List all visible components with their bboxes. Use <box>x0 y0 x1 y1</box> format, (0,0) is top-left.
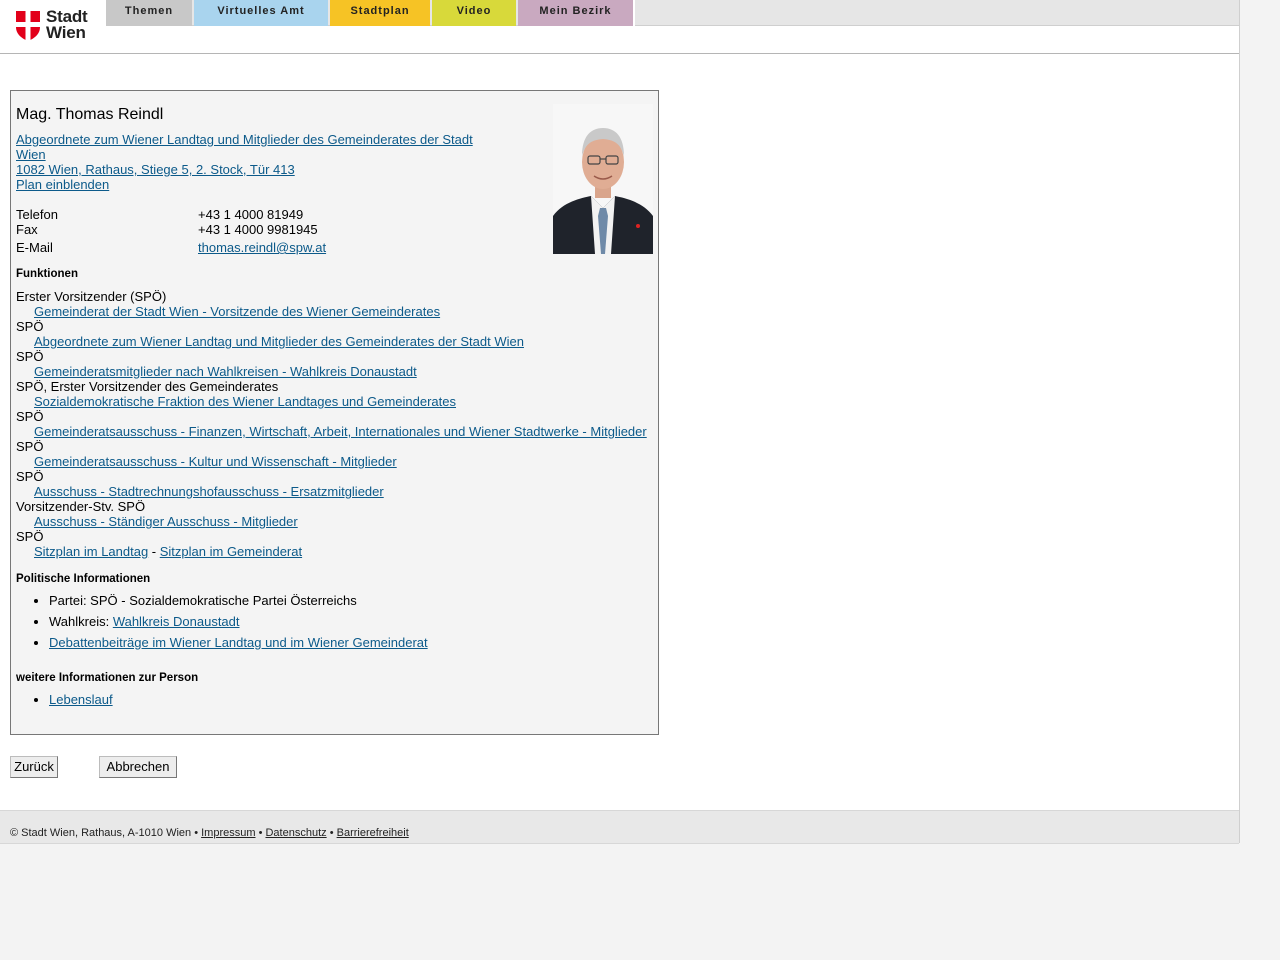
nav-divider <box>633 0 635 26</box>
political-info-section: Partei: SPÖ - Sozialdemokratische Partei… <box>16 593 616 656</box>
function-role: SPÖ, Erster Vorsitzender des Gemeinderat… <box>16 379 279 394</box>
function-link[interactable]: Abgeordnete zum Wiener Landtag und Mitgl… <box>34 334 524 349</box>
cv-link[interactable]: Lebenslauf <box>49 692 113 707</box>
function-role: SPÖ <box>16 529 44 544</box>
nav-tab-themen[interactable]: Themen <box>106 0 192 26</box>
debate-item: Debattenbeiträge im Wiener Landtag und i… <box>49 635 616 650</box>
footer-separator: • <box>191 827 202 839</box>
district-item: Wahlkreis: Wahlkreis Donaustadt <box>49 614 616 629</box>
stadt-wien-logo[interactable]: Stadt Wien <box>16 8 106 44</box>
cv-item: Lebenslauf <box>49 692 113 707</box>
function-link[interactable]: Gemeinderatsausschuss - Finanzen, Wirtsc… <box>34 424 647 439</box>
org-link-line-2[interactable]: Wien <box>16 147 486 162</box>
person-photo <box>553 104 653 254</box>
function-role: SPÖ <box>16 469 44 484</box>
show-map-link[interactable]: Plan einblenden <box>16 177 486 192</box>
seating-plan-links: Sitzplan im Landtag - Sitzplan im Gemein… <box>16 544 656 559</box>
function-link[interactable]: Gemeinderat der Stadt Wien - Vorsitzende… <box>34 304 440 319</box>
more-info-heading: weitere Informationen zur Person <box>16 672 199 684</box>
logo-line-2: Wien <box>46 23 86 42</box>
footer-separator: • <box>255 827 266 839</box>
function-role: SPÖ <box>16 409 44 424</box>
seating-separator: - <box>148 544 160 559</box>
district-label: Wahlkreis: <box>49 614 113 629</box>
cancel-button[interactable]: Abbrechen <box>99 756 177 778</box>
main-navigation: Themen Virtuelles Amt Stadtplan Video Me… <box>106 0 1239 26</box>
footer-separator: • <box>326 827 337 839</box>
more-info-list: Lebenslauf <box>16 692 113 707</box>
impressum-link[interactable]: Impressum <box>201 827 255 839</box>
phone-label: Telefon <box>16 207 58 222</box>
person-detail-box: Mag. Thomas Reindl Abgeordnete zum Wiene… <box>10 90 659 735</box>
function-role: Vorsitzender-Stv. SPÖ <box>16 499 146 514</box>
function-role: SPÖ <box>16 349 44 364</box>
phone-value: +43 1 4000 81949 <box>198 207 304 222</box>
political-info-list: Partei: SPÖ - Sozialdemokratische Partei… <box>16 593 616 650</box>
org-link-line-1[interactable]: Abgeordnete zum Wiener Landtag und Mitgl… <box>16 132 486 147</box>
nav-tab-stadtplan[interactable]: Stadtplan <box>330 0 430 26</box>
datenschutz-link[interactable]: Datenschutz <box>265 827 326 839</box>
function-link[interactable]: Ausschuss - Ständiger Ausschuss - Mitgli… <box>34 514 298 529</box>
footer-text: © Stadt Wien, Rathaus, A-1010 Wien • Imp… <box>10 827 409 839</box>
site-header: Stadt Wien Themen Virtuelles Amt Stadtpl… <box>0 0 1239 54</box>
nav-tab-mein-bezirk[interactable]: Mein Bezirk <box>518 0 633 26</box>
debate-link[interactable]: Debattenbeiträge im Wiener Landtag und i… <box>49 635 428 650</box>
site-footer: © Stadt Wien, Rathaus, A-1010 Wien • Imp… <box>0 810 1239 844</box>
function-link[interactable]: Sozialdemokratische Fraktion des Wiener … <box>34 394 456 409</box>
barrierefreiheit-link[interactable]: Barrierefreiheit <box>337 827 409 839</box>
person-name: Mag. Thomas Reindl <box>16 106 164 123</box>
functions-heading: Funktionen <box>16 268 78 280</box>
function-link[interactable]: Gemeinderatsausschuss - Kultur und Wisse… <box>34 454 397 469</box>
political-info-heading: Politische Informationen <box>16 573 151 585</box>
district-link[interactable]: Wahlkreis Donaustadt <box>113 614 240 629</box>
email-link[interactable]: thomas.reindl@spw.at <box>198 240 326 256</box>
portrait-image <box>553 104 653 254</box>
nav-tab-video[interactable]: Video <box>432 0 516 26</box>
address-link[interactable]: 1082 Wien, Rathaus, Stiege 5, 2. Stock, … <box>16 162 486 177</box>
page: Stadt Wien Themen Virtuelles Amt Stadtpl… <box>0 0 1240 844</box>
back-button[interactable]: Zurück <box>10 756 58 778</box>
more-info-section: Lebenslauf <box>16 692 113 713</box>
function-role: Erster Vorsitzender (SPÖ) <box>16 289 167 304</box>
seating-plan-gemeinderat-link[interactable]: Sitzplan im Gemeinderat <box>160 544 302 559</box>
fax-label: Fax <box>16 222 38 237</box>
nav-tab-virtuelles-amt[interactable]: Virtuelles Amt <box>194 0 328 26</box>
function-role: SPÖ <box>16 319 44 334</box>
functions-list: Erster Vorsitzender (SPÖ) Gemeinderat de… <box>16 289 656 559</box>
function-role: SPÖ <box>16 439 44 454</box>
copyright-text: © Stadt Wien, Rathaus, A-1010 Wien <box>10 827 192 839</box>
party-item: Partei: SPÖ - Sozialdemokratische Partei… <box>49 593 616 608</box>
function-link[interactable]: Gemeinderatsmitglieder nach Wahlkreisen … <box>34 364 417 379</box>
person-address-block: Abgeordnete zum Wiener Landtag und Mitgl… <box>16 132 486 192</box>
seating-plan-landtag-link[interactable]: Sitzplan im Landtag <box>34 544 148 559</box>
function-link[interactable]: Ausschuss - Stadtrechnungshofausschuss -… <box>34 484 384 499</box>
vienna-shield-icon <box>16 11 40 41</box>
email-label: E-Mail <box>16 240 53 255</box>
fax-value: +43 1 4000 9981945 <box>198 222 318 237</box>
